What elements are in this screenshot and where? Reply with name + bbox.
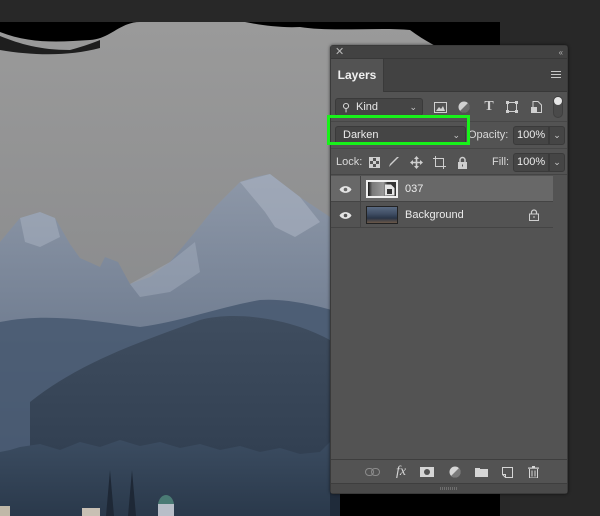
blend-mode-highlight	[327, 115, 470, 145]
layer-row-background[interactable]: Background	[331, 202, 553, 228]
smart-object-filter-icon[interactable]	[528, 99, 544, 115]
opacity-label: Opacity:	[468, 129, 509, 141]
chevron-down-icon: ⌄	[409, 102, 417, 112]
layer-name[interactable]: Background	[405, 202, 464, 228]
tower	[158, 504, 174, 516]
lock-row: Lock: Fill: 100% ⌄	[331, 148, 567, 175]
layers-panel: ✕ ‹‹ Layers ⚲ Kind ⌄ T Darken ⌄ Opacity:…	[330, 45, 568, 494]
filter-toggle-switch[interactable]	[553, 96, 563, 118]
layer-row-037[interactable]: 037	[331, 176, 553, 202]
filter-kind-label: Kind	[356, 101, 379, 113]
lock-label: Lock:	[336, 156, 363, 168]
search-icon: ⚲	[342, 102, 351, 114]
lock-image-pixels-icon[interactable]	[387, 155, 401, 169]
tab-layers[interactable]: Layers	[331, 59, 384, 92]
panel-titlebar[interactable]: ✕ ‹‹	[331, 46, 567, 59]
new-group-icon[interactable]	[473, 464, 489, 480]
fx-icon[interactable]: fx	[393, 464, 409, 480]
smart-object-badge-icon	[385, 184, 395, 196]
close-panel-button[interactable]: ✕	[335, 46, 344, 59]
image-filter-icon[interactable]	[432, 99, 448, 115]
fill-input[interactable]: 100%	[513, 153, 549, 172]
add-mask-icon[interactable]	[419, 464, 435, 480]
panel-resize-grip[interactable]	[331, 483, 567, 493]
lock-transparent-pixels-icon[interactable]	[367, 155, 381, 169]
layer-lock-icon[interactable]	[529, 208, 539, 226]
shape-filter-icon[interactable]	[504, 99, 520, 115]
layers-scrollbar[interactable]	[553, 176, 567, 458]
eye-icon	[339, 211, 352, 219]
new-adjustment-icon[interactable]	[447, 464, 463, 480]
opacity-dropdown-button[interactable]: ⌄	[549, 126, 565, 145]
fill-dropdown-button[interactable]: ⌄	[549, 153, 565, 172]
type-filter-icon[interactable]: T	[481, 99, 497, 115]
layer-thumbnail	[366, 180, 398, 198]
new-layer-icon[interactable]	[499, 464, 515, 480]
lock-all-icon[interactable]	[455, 155, 469, 169]
panel-footer: fx	[331, 459, 567, 483]
fill-label: Fill:	[492, 156, 510, 168]
panel-menu-icon[interactable]	[551, 71, 561, 79]
panel-tab-row: Layers	[331, 59, 567, 92]
layer-name[interactable]: 037	[405, 176, 423, 202]
lock-position-icon[interactable]	[409, 155, 423, 169]
delete-layer-icon[interactable]	[525, 464, 541, 480]
eye-icon	[339, 185, 352, 193]
adjustment-filter-icon[interactable]	[456, 99, 472, 115]
opacity-input[interactable]: 100%	[513, 126, 549, 145]
filter-kind-dropdown[interactable]: ⚲ Kind ⌄	[335, 98, 423, 116]
visibility-toggle[interactable]	[331, 176, 361, 202]
visibility-toggle[interactable]	[331, 202, 361, 228]
lock-artboard-icon[interactable]	[432, 155, 446, 169]
layers-list: 037 Background	[331, 176, 553, 228]
collapse-panel-button[interactable]: ‹‹	[559, 46, 563, 59]
link-layers-icon[interactable]	[364, 464, 380, 480]
layer-thumbnail	[366, 206, 398, 224]
